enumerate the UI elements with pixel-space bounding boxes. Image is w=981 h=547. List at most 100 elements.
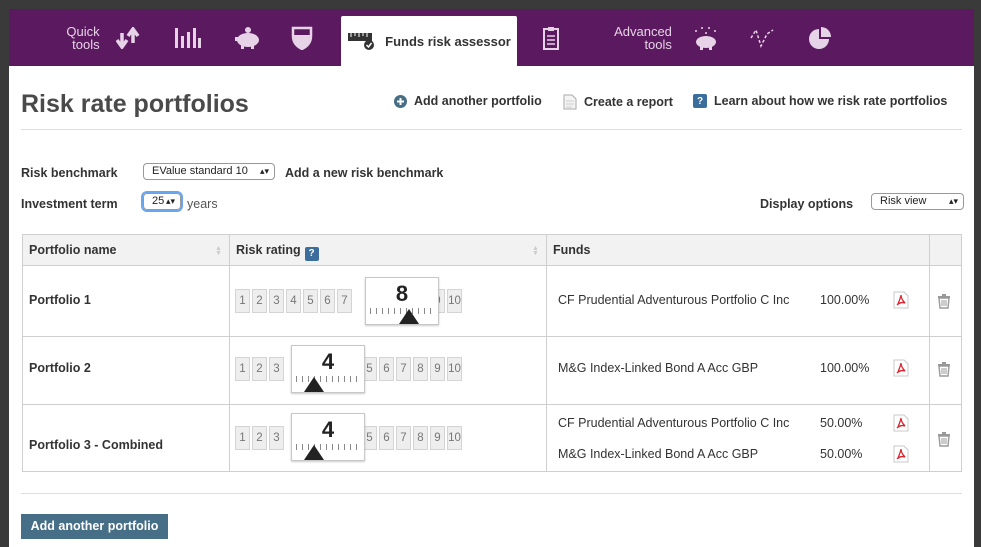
scale-number: 1: [235, 357, 250, 381]
pointer-triangle-icon: [304, 377, 324, 392]
select-arrows-icon: ▴▾: [259, 166, 269, 176]
display-options-select[interactable]: Risk view ▴▾: [871, 193, 964, 210]
risk-rating-marker[interactable]: 8: [365, 277, 439, 325]
add-portfolio-link[interactable]: Add another portfolio: [394, 94, 542, 108]
help-icon: ?: [304, 246, 319, 261]
risk-rating-marker[interactable]: 4: [291, 413, 365, 461]
risk-benchmark-label: Risk benchmark: [21, 166, 118, 180]
scale-number: 2: [252, 357, 267, 381]
col-header-portfolio-name-text: Portfolio name: [29, 243, 117, 257]
footer-divider: [21, 493, 962, 494]
col-header-funds-text: Funds: [553, 243, 591, 257]
col-header-risk-rating-text: Risk rating: [236, 243, 301, 257]
scale-number: 7: [337, 289, 352, 313]
add-benchmark-link[interactable]: Add a new risk benchmark: [285, 166, 443, 180]
investment-term-select[interactable]: 25 ▴▾: [141, 191, 183, 212]
header-divider: [21, 129, 962, 130]
investment-term-value: 25: [152, 195, 165, 207]
col-header-risk-rating[interactable]: Risk rating? ▲ ▼: [230, 235, 546, 266]
trash-icon[interactable]: [937, 293, 951, 314]
col-header-actions: [930, 235, 961, 266]
toolbar: Quick tools Funds risk assessor Advanced…: [9, 9, 974, 66]
pdf-icon[interactable]: [893, 445, 909, 468]
scale-number: 3: [269, 357, 284, 381]
scale-number: 1: [235, 426, 250, 450]
scale-number: 8: [413, 357, 428, 381]
row-divider: [23, 404, 961, 405]
portfolio-name[interactable]: Portfolio 3 - Combined: [29, 438, 163, 452]
pdf-icon[interactable]: [893, 414, 909, 437]
sparkle-piggy-icon[interactable]: [689, 9, 723, 66]
page: Quick tools Funds risk assessor Advanced…: [9, 9, 974, 547]
add-portfolio-button[interactable]: Add another portfolio: [21, 514, 168, 539]
investment-term-label: Investment term: [21, 197, 118, 211]
risk-rating-value: 4: [321, 417, 335, 442]
tab-label: Funds risk assessor: [385, 33, 511, 49]
pointer-triangle-icon: [399, 309, 419, 324]
scale-number: 2: [252, 426, 267, 450]
row-divider: [23, 336, 961, 337]
scale-number: 10: [447, 357, 462, 381]
clipboard-icon[interactable]: [539, 9, 563, 66]
scale-number: 4: [286, 289, 301, 313]
quick-tools-label[interactable]: Quick tools: [59, 9, 107, 66]
scale-number: 6: [320, 289, 335, 313]
add-portfolio-text: Add another portfolio: [414, 94, 542, 108]
pdf-icon[interactable]: [893, 359, 909, 382]
fund-percentage: 50.00%: [820, 416, 863, 430]
sort-icon: ▲ ▼: [215, 245, 222, 257]
column-divider: [546, 235, 547, 471]
scale-number: 8: [413, 426, 428, 450]
column-divider: [929, 235, 930, 471]
learn-more-text: Learn about how we risk rate portfolios: [714, 94, 948, 108]
transfer-arrows-icon[interactable]: [113, 9, 143, 66]
learn-more-link[interactable]: ? Learn about how we risk rate portfolio…: [693, 94, 947, 108]
create-report-text: Create a report: [584, 95, 673, 109]
bar-chart-icon[interactable]: [171, 9, 205, 66]
scale-number: 6: [379, 426, 394, 450]
select-arrows-icon: ▴▾: [948, 196, 958, 206]
scale-number: 5: [303, 289, 318, 313]
scale-number: 3: [269, 289, 284, 313]
piggy-bank-icon[interactable]: [231, 9, 265, 66]
document-icon: [563, 94, 577, 110]
trash-icon[interactable]: [937, 431, 951, 452]
tab-funds-risk-assessor[interactable]: Funds risk assessor: [341, 16, 517, 66]
column-divider: [229, 235, 230, 471]
plus-circle-icon: [394, 94, 407, 108]
scale-number: 2: [252, 289, 267, 313]
sort-icon: ▲ ▼: [532, 245, 539, 257]
pie-chart-icon[interactable]: [803, 9, 837, 66]
fund-percentage: 50.00%: [820, 447, 863, 461]
shield-icon[interactable]: [287, 9, 317, 66]
advanced-tools-label[interactable]: Advanced tools: [613, 9, 673, 66]
pointer-triangle-icon: [304, 445, 324, 460]
fund-percentage: 100.00%: [820, 293, 870, 307]
quick-tools-text: Quick tools: [66, 23, 100, 52]
scale-number: 9: [430, 357, 445, 381]
scale-number: 10: [447, 426, 462, 450]
trash-icon[interactable]: [937, 361, 951, 382]
risk-rating-marker[interactable]: 4: [291, 345, 365, 393]
fund-percentage: 100.00%: [820, 361, 870, 375]
advanced-tools-text: Advanced tools: [614, 23, 672, 52]
portfolio-name[interactable]: Portfolio 2: [29, 361, 91, 375]
col-header-portfolio-name[interactable]: Portfolio name ▲ ▼: [23, 235, 229, 266]
ruler-check-icon: [348, 33, 375, 50]
pdf-icon[interactable]: [893, 291, 909, 314]
fund-name: CF Prudential Adventurous Portfolio C In…: [558, 293, 790, 307]
risk-rating-value: 8: [395, 281, 409, 306]
scale-number: 7: [396, 357, 411, 381]
display-options-label: Display options: [760, 197, 854, 211]
create-report-link[interactable]: Create a report: [563, 94, 673, 110]
risk-benchmark-select[interactable]: EValue standard 10 ▴▾: [143, 163, 275, 180]
fund-name: M&G Index-Linked Bond A Acc GBP: [558, 447, 759, 461]
fund-name: M&G Index-Linked Bond A Acc GBP: [558, 361, 759, 375]
trend-line-icon[interactable]: [745, 9, 779, 66]
portfolio-table: Portfolio name ▲ ▼ Risk rating? ▲ ▼ Funds …: [22, 234, 962, 472]
scale-number: 1: [235, 289, 250, 313]
scale-number: 6: [379, 357, 394, 381]
risk-benchmark-value: EValue standard 10: [152, 165, 248, 177]
scale-number: 9: [430, 426, 445, 450]
portfolio-name[interactable]: Portfolio 1: [29, 293, 91, 307]
